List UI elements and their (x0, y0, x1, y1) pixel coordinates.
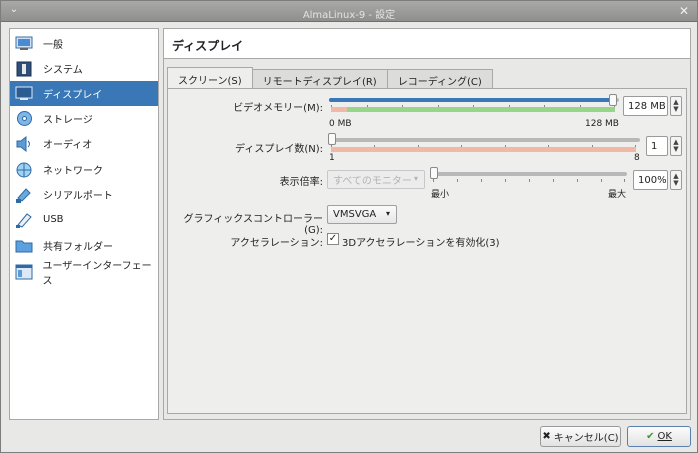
monitor-count-range (331, 147, 636, 152)
spin-down-icon[interactable]: ▼ (673, 106, 678, 113)
sidebar-item-label: ユーザーインターフェース (42, 260, 152, 287)
scale-factor-ticks (433, 179, 625, 183)
graphics-controller-value: VMSVGA (333, 209, 377, 220)
page-title: ディスプレイ (172, 39, 244, 53)
monitor-count-slider-handle[interactable] (328, 133, 336, 145)
display-tabs: スクリーン(S) リモートディスプレイ(R) レコーディング(C) (167, 67, 493, 90)
spin-down-icon[interactable]: ▼ (673, 146, 678, 153)
spin-down-icon[interactable]: ▼ (673, 180, 678, 187)
scale-factor-min-label: 最小 (431, 190, 450, 200)
sidebar-item-label: システム (43, 65, 83, 76)
video-memory-max-label: 128 MB (585, 119, 619, 129)
sidebar-item-label: ストレージ (43, 115, 93, 126)
storage-icon (14, 110, 34, 128)
graphics-controller-select[interactable]: VMSVGA ▾ (327, 205, 397, 224)
chevron-down-icon: ▾ (413, 174, 418, 183)
sidebar-item-usb[interactable]: USB (10, 207, 158, 232)
sidebar-item-system[interactable]: システム (10, 56, 158, 81)
monitor-select-value: すべてのモニター (333, 176, 412, 187)
sidebar-item-label: 共有フォルダー (43, 242, 113, 253)
cancel-button[interactable]: ✖ キャンセル(C) (540, 426, 621, 447)
monitor-count-spin-buttons[interactable]: ▲ ▼ (670, 136, 682, 156)
ok-button-label: OK (657, 431, 672, 442)
monitor-count-label: ディスプレイ数(N): (235, 144, 323, 155)
user-interface-icon (14, 263, 33, 281)
serial-port-icon (14, 186, 34, 204)
monitor-select: すべてのモニター ▾ (327, 170, 425, 189)
scale-factor-slider-track[interactable] (431, 172, 627, 176)
sidebar-item-label: ディスプレイ (43, 90, 103, 101)
video-memory-spin-buttons[interactable]: ▲ ▼ (670, 96, 682, 116)
window-title: AlmaLinux-9 - 設定 (302, 10, 396, 21)
sidebar-item-network[interactable]: ネットワーク (10, 157, 158, 182)
shared-folder-icon (14, 237, 34, 255)
tab-recording[interactable]: レコーディング(C) (386, 69, 493, 90)
video-memory-min-label: 0 MB (329, 119, 352, 129)
close-icon[interactable]: ✕ (677, 4, 691, 18)
monitor-count-max-label: 8 (634, 153, 640, 163)
cancel-icon: ✖ (542, 431, 551, 442)
sidebar-item-label: オーディオ (43, 140, 93, 151)
audio-icon (14, 135, 34, 153)
chevron-down-icon: ▾ (385, 209, 390, 218)
network-icon (14, 161, 34, 179)
screen-tab-panel (167, 88, 687, 414)
tab-screen[interactable]: スクリーン(S) (167, 67, 253, 90)
settings-sidebar: 一般 システム ディスプレイ ストレージ オーディオ ネットワーク シリアルポー… (9, 28, 159, 420)
sidebar-item-general[interactable]: 一般 (10, 31, 158, 56)
sidebar-item-label: ネットワーク (43, 166, 103, 177)
3d-acceleration-label: 3Dアクセラレーションを有効化(3) (342, 238, 500, 249)
monitor-count-min-label: 1 (329, 153, 335, 163)
system-icon (14, 60, 34, 78)
video-memory-recommended-range (347, 107, 615, 112)
sidebar-item-user-interface[interactable]: ユーザーインターフェース (10, 259, 158, 287)
video-memory-low-range (331, 107, 347, 112)
settings-window: ⌄ AlmaLinux-9 - 設定 ✕ 一般 システム ディスプレイ ストレー… (0, 0, 698, 453)
sidebar-item-label: USB (43, 214, 64, 225)
video-memory-slider-fill (329, 98, 613, 102)
monitor-count-slider-track[interactable] (329, 138, 640, 142)
video-memory-label: ビデオメモリー(M): (233, 103, 323, 114)
sidebar-item-label: シリアルポート (43, 191, 113, 202)
sidebar-item-audio[interactable]: オーディオ (10, 131, 158, 156)
scale-factor-slider-handle[interactable] (430, 167, 438, 179)
video-memory-input[interactable]: 128 MB (623, 96, 668, 116)
title-bar[interactable]: ⌄ AlmaLinux-9 - 設定 ✕ (1, 1, 697, 22)
monitor-count-input[interactable]: 1 (646, 136, 668, 156)
3d-acceleration-checkbox[interactable]: ✓ (327, 233, 339, 245)
sidebar-item-label: 一般 (43, 40, 63, 51)
ok-button[interactable]: ✔ OK (627, 426, 691, 447)
checkmark-icon: ✔ (646, 431, 655, 442)
acceleration-label: アクセラレーション: (230, 238, 323, 249)
usb-icon (14, 211, 34, 229)
cancel-button-label: キャンセル(C) (553, 433, 619, 444)
sidebar-item-display[interactable]: ディスプレイ (10, 81, 158, 106)
general-icon (14, 35, 34, 53)
graphics-controller-label: グラフィックスコントローラー(G): (183, 214, 324, 236)
display-icon (14, 85, 34, 103)
tab-remote-display[interactable]: リモートディスプレイ(R) (251, 69, 388, 90)
scale-factor-max-label: 最大 (608, 190, 627, 200)
sidebar-item-shared-folders[interactable]: 共有フォルダー (10, 233, 158, 258)
scale-factor-input[interactable]: 100% (633, 170, 668, 190)
scale-factor-spin-buttons[interactable]: ▲ ▼ (670, 170, 682, 190)
page-header: ディスプレイ (163, 28, 691, 59)
sidebar-item-storage[interactable]: ストレージ (10, 106, 158, 131)
sidebar-item-serial-port[interactable]: シリアルポート (10, 182, 158, 207)
scale-factor-label: 表示倍率: (279, 177, 323, 188)
